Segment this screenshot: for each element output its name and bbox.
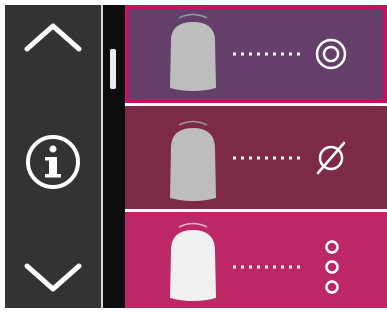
navigation-panel: [5, 5, 101, 308]
mode-item-graphic: [170, 222, 339, 301]
shade-mode-list: [125, 5, 387, 308]
chevron-down-icon: [24, 263, 82, 292]
scroll-down-button[interactable]: [5, 249, 101, 307]
double-ring-icon: [315, 38, 347, 70]
mode-item-three-rings[interactable]: [125, 212, 387, 308]
empty-set-icon: [316, 141, 346, 175]
tooth-shade-selector-screen: [0, 0, 387, 312]
tooth-icon: [170, 230, 216, 301]
scroll-up-button[interactable]: [5, 5, 101, 65]
mode-item-empty-set[interactable]: [125, 106, 387, 209]
info-icon: [26, 135, 80, 189]
mode-item-double-ring[interactable]: [125, 5, 387, 103]
scrollbar-thumb[interactable]: [110, 49, 116, 89]
shine-arc: [178, 13, 208, 19]
shine-arc: [178, 222, 208, 228]
three-rings-icon: [325, 240, 339, 294]
shine-arc: [178, 120, 208, 126]
info-button[interactable]: [5, 123, 101, 201]
mode-item-graphic: [170, 13, 347, 91]
tooth-icon: [170, 128, 216, 201]
scrollbar[interactable]: [103, 5, 125, 308]
chevron-up-icon: [24, 23, 82, 52]
tooth-icon: [170, 22, 216, 91]
mode-item-graphic: [170, 120, 346, 201]
